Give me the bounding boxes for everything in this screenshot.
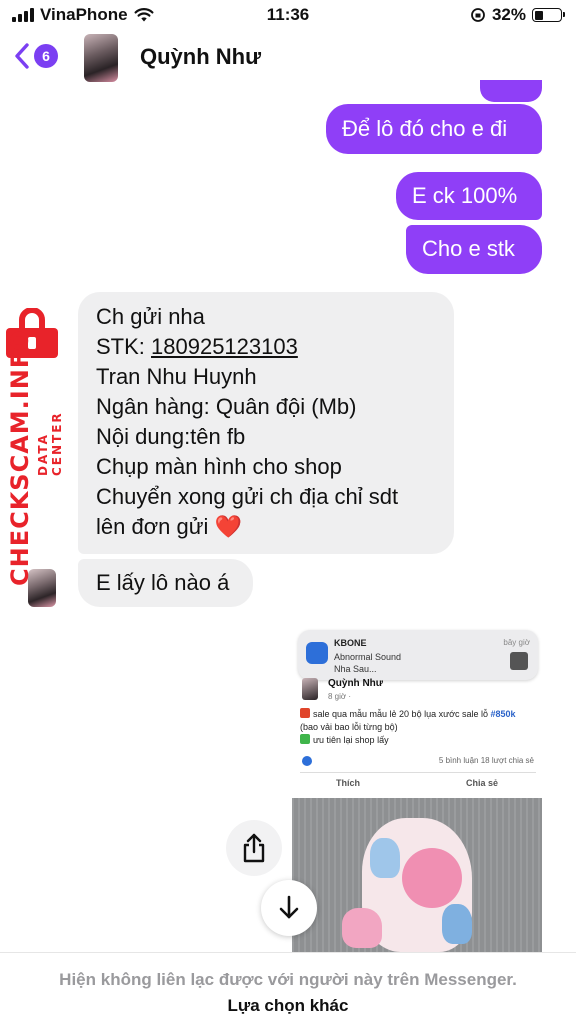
pajama-shape [370,838,400,878]
scroll-down-button[interactable] [261,880,317,936]
message-line: Tran Nhu Huynh [96,364,257,389]
share-button[interactable] [226,820,282,876]
check-icon [300,734,310,744]
message-bubble-outgoing[interactable]: Để lô đó cho e đi [326,104,542,154]
post-avatar [302,678,318,700]
back-button[interactable]: 6 [14,43,58,69]
status-right: 32% [470,5,565,25]
unavailable-message: Hiện không liên lạc được với người này t… [59,970,517,989]
message-line: lên đơn gửi ❤️ [96,514,242,539]
post-text-line: sale qua mẫu mẫu lẻ 20 bộ lụa xước sale … [313,709,491,719]
battery-percent: 32% [491,5,526,24]
message-bubble-outgoing[interactable]: Cho e stk [406,225,542,274]
post-author: Quỳnh Như [328,678,384,689]
notification-app: KBONE [334,638,367,648]
image-attachment[interactable]: KBONE bây giờ Abnormal Sound Nha Sau... … [292,626,542,952]
notification-line: Abnormal Sound [334,652,402,662]
status-bar: VinaPhone 11:36 32% [0,0,576,30]
notification-thumbnail [510,652,528,670]
pajama-shape [402,848,462,908]
unread-badge: 6 [34,44,58,68]
contact-avatar[interactable] [84,34,118,82]
post-text: sale qua mẫu mẫu lẻ 20 bộ lụa xước sale … [300,708,538,747]
like-label: Thích [336,778,360,788]
app-icon [306,642,328,664]
notification-line: Nha Sau... [334,664,377,674]
message-line: Ch gửi nha [96,304,205,329]
orientation-lock-icon [471,8,485,22]
other-options-button[interactable]: Lựa chọn khác [0,996,576,1016]
sale-icon [300,708,310,718]
message-line: Chụp màn hình cho shop [96,454,342,479]
chevron-left-icon [15,43,29,69]
watermark-brand: CHECKSCAM.INFO [6,329,34,586]
message-bubble-incoming[interactable]: Ch gửi nha STK: 180925123103 Tran Nhu Hu… [78,292,454,554]
notification-banner: KBONE bây giờ Abnormal Sound Nha Sau... [298,630,538,680]
watermark-subtitle: DATA CENTER [36,411,64,476]
message-bubble-partial [480,80,542,102]
price-hashtag: #850k [490,709,516,719]
like-reaction-icon [302,756,312,766]
arrow-down-icon [279,895,299,919]
account-label: STK: [96,334,152,359]
message-line: Ngân hàng: Quân đội (Mb) [96,394,357,419]
post-header: Quỳnh Như 8 giờ · [300,678,536,706]
share-label: Chia sẻ [466,778,499,788]
post-text-line: ưu tiên lại shop lấy [313,735,389,745]
account-number-link[interactable]: 180925123103 [151,334,298,359]
notification-time: bây giờ [503,638,530,647]
divider [300,772,536,773]
pajama-shape [442,904,472,944]
message-bubble-incoming[interactable]: E lấy lô nào á [78,559,253,607]
post-text-line: (bao vải bao lỗi từng bộ) [300,722,398,732]
battery-icon [532,8,565,22]
message-line: STK: 180925123103 [96,332,436,362]
share-icon [243,833,265,863]
message-line: Nội dung:tên fb [96,424,246,449]
message-line: Chuyển xong gửi ch địa chỉ sdt [96,484,399,509]
post-comment-count: 5 bình luận 18 lượt chia sẻ [438,756,534,765]
pajama-shape [342,908,382,948]
product-photo [292,798,542,952]
composer-unavailable-notice: Hiện không liên lạc được với người này t… [0,952,576,1024]
post-meta: 8 giờ · [328,692,352,701]
message-bubble-outgoing[interactable]: E ck 100% [396,172,542,220]
battery-level [534,10,543,20]
contact-name[interactable]: Quỳnh Như [140,44,261,70]
